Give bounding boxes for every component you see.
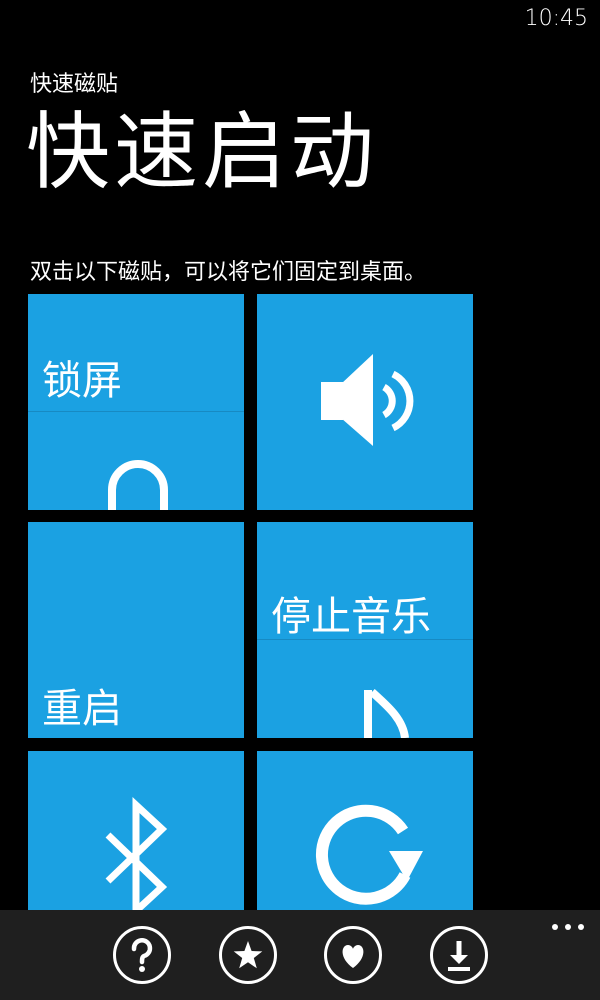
more-dots-icon[interactable] <box>550 922 586 932</box>
heart-icon <box>342 945 364 968</box>
tile-lock-screen[interactable]: 锁屏 <box>28 294 244 510</box>
speaker-volume-icon <box>321 354 414 446</box>
page-title: 快速启动 <box>26 103 379 201</box>
tile-volume[interactable] <box>257 294 473 510</box>
help-button[interactable] <box>113 926 171 984</box>
tile-restart[interactable]: 重启 <box>28 522 244 738</box>
favorite-button[interactable] <box>219 926 277 984</box>
star-icon <box>233 941 263 969</box>
music-note-icon <box>364 689 409 738</box>
instruction-text: 双击以下磁贴，可以将它们固定到桌面。 <box>30 260 427 285</box>
tile-label: 重启 <box>42 686 122 732</box>
download-button[interactable] <box>430 926 488 984</box>
help-icon <box>131 938 153 972</box>
app-bar <box>0 910 600 1000</box>
lock-icon <box>108 460 168 510</box>
status-time: 10:45 <box>524 6 588 31</box>
app-title: 快速磁贴 <box>30 72 119 97</box>
tile-stop-music[interactable]: 停止音乐 <box>257 522 473 738</box>
download-icon <box>448 941 470 971</box>
like-button[interactable] <box>324 926 382 984</box>
